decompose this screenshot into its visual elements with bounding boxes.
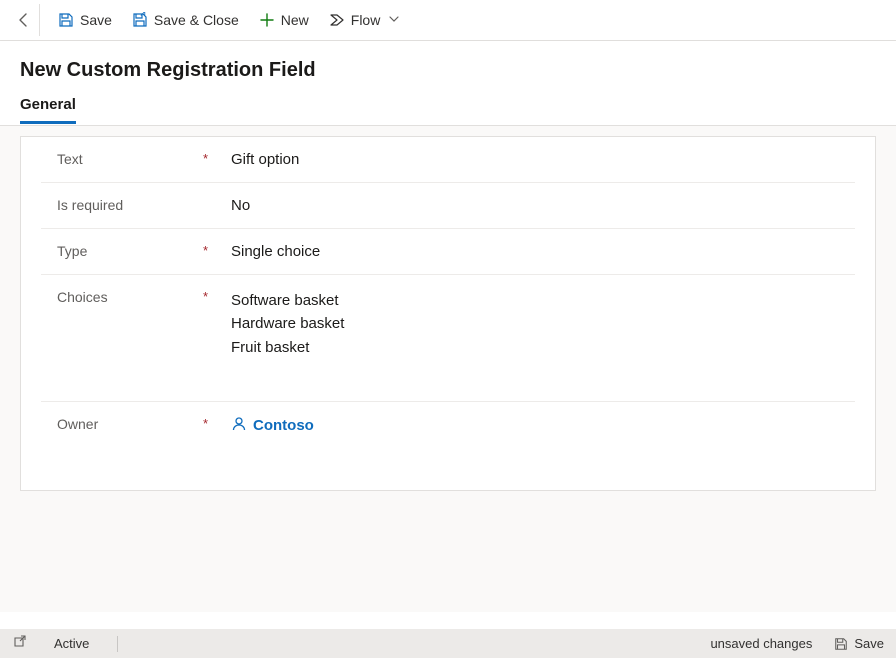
field-label: Owner (57, 416, 203, 432)
field-label: Type (57, 243, 203, 259)
field-text[interactable]: Text * Gift option (41, 137, 855, 183)
command-bar: Save Save & Close New Flow (0, 0, 896, 41)
choice-line: Fruit basket (231, 336, 855, 359)
field-value-lookup[interactable]: Contoso (219, 416, 855, 436)
required-marker: * (203, 289, 219, 304)
save-label: Save (80, 12, 112, 28)
back-arrow-icon (16, 12, 32, 28)
field-value[interactable]: No (219, 197, 855, 214)
required-marker: * (203, 243, 219, 258)
status-bar: Active unsaved changes Save (0, 629, 896, 658)
popout-icon[interactable] (12, 635, 26, 652)
save-close-icon (132, 12, 148, 28)
save-close-label: Save & Close (154, 12, 239, 28)
choice-line: Software basket (231, 289, 855, 312)
save-close-button[interactable]: Save & Close (122, 4, 249, 36)
tab-general[interactable]: General (20, 96, 76, 124)
required-marker: * (203, 416, 219, 431)
person-icon (231, 416, 247, 436)
plus-icon (259, 12, 275, 28)
status-state: Active (54, 636, 89, 651)
field-owner[interactable]: Owner * Contoso (41, 402, 855, 450)
flow-icon (329, 12, 345, 28)
save-icon (834, 637, 848, 651)
separator (117, 636, 118, 652)
chevron-down-icon (388, 12, 400, 28)
unsaved-indicator: unsaved changes (710, 636, 812, 651)
field-value[interactable]: Single choice (219, 243, 855, 260)
save-icon (58, 12, 74, 28)
field-is-required[interactable]: Is required No (41, 183, 855, 229)
field-value[interactable]: Software basket Hardware basket Fruit ba… (219, 289, 855, 359)
choice-line: Hardware basket (231, 312, 855, 335)
status-save-label: Save (854, 636, 884, 651)
save-button[interactable]: Save (48, 4, 122, 36)
field-label: Text (57, 151, 203, 167)
form-header: New Custom Registration Field General (0, 41, 896, 126)
flow-label: Flow (351, 12, 381, 28)
owner-name: Contoso (253, 417, 314, 434)
new-button[interactable]: New (249, 4, 319, 36)
field-type[interactable]: Type * Single choice (41, 229, 855, 275)
status-save-button[interactable]: Save (834, 636, 884, 651)
field-label: Choices (57, 289, 203, 305)
required-marker: * (203, 151, 219, 166)
tab-list: General (20, 96, 876, 125)
form-card: Text * Gift option Is required No Type *… (20, 136, 876, 491)
field-label: Is required (57, 197, 203, 213)
field-value[interactable]: Gift option (219, 151, 855, 168)
field-choices[interactable]: Choices * Software basket Hardware baske… (41, 275, 855, 402)
flow-button[interactable]: Flow (319, 4, 411, 36)
form-scroll-area[interactable]: Text * Gift option Is required No Type *… (0, 126, 896, 612)
new-label: New (281, 12, 309, 28)
back-button[interactable] (8, 4, 40, 36)
page-title: New Custom Registration Field (20, 59, 876, 82)
